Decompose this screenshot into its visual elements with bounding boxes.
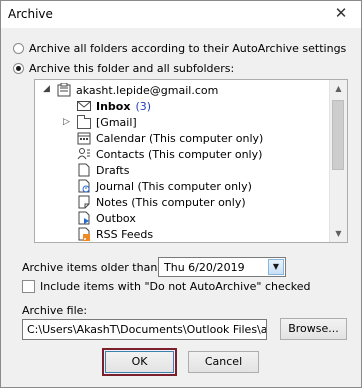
- gmail-label: [Gmail]: [96, 115, 137, 129]
- archive-this-radio[interactable]: [13, 62, 24, 74]
- archive-dialog: Archive ✕ Archive all folders according …: [0, 0, 362, 388]
- envelope-icon: [77, 101, 91, 111]
- tree-item-journal[interactable]: Journal (This computer only): [77, 178, 252, 194]
- folder-tree[interactable]: ◢ akasht.lepide@gmail.com Inbox (3) ▷ [G…: [34, 79, 348, 243]
- tree-item-calendar[interactable]: Calendar (This computer only): [77, 130, 263, 146]
- calendar-icon: [77, 132, 91, 145]
- tree-scrollbar[interactable]: ▲ ▼: [329, 80, 347, 242]
- tree-item-contacts[interactable]: Contacts (This computer only): [77, 146, 262, 162]
- tree-item-inbox[interactable]: Inbox (3): [77, 98, 151, 114]
- archive-this-label: Archive this folder and all subfolders:: [29, 61, 235, 75]
- folder-icon: [77, 114, 91, 129]
- tree-item-drafts[interactable]: Drafts: [77, 162, 129, 178]
- archive-file-input[interactable]: C:\Users\AkashT\Documents\Outlook Files\…: [22, 319, 267, 340]
- archive-all-option[interactable]: Archive all folders according to their A…: [13, 40, 346, 56]
- no-autoarchive-option[interactable]: Include items with "Do not AutoArchive" …: [22, 280, 311, 293]
- browse-button[interactable]: Browse...: [280, 318, 347, 340]
- expand-toggle-icon[interactable]: ◢: [43, 84, 50, 94]
- contacts-icon: [77, 148, 90, 160]
- archive-file-path: C:\Users\AkashT\Documents\Outlook Files\…: [27, 323, 267, 336]
- tree-item-outbox[interactable]: Outbox: [77, 210, 136, 226]
- older-than-date-picker[interactable]: Thu 6/20/2019 ▼: [158, 257, 286, 277]
- expand-gmail-icon[interactable]: ▷: [63, 117, 70, 127]
- scroll-up-icon[interactable]: ▲: [330, 80, 347, 97]
- notes-label: Notes (This computer only): [96, 195, 246, 209]
- account-label: akasht.lepide@gmail.com: [76, 83, 219, 97]
- scroll-thumb[interactable]: [332, 100, 344, 170]
- archive-file-label: Archive file:: [22, 304, 88, 317]
- older-than-date-value: Thu 6/20/2019: [164, 261, 245, 274]
- dialog-title: Archive: [8, 7, 53, 21]
- journal-icon: [78, 179, 90, 193]
- tree-item-rss-feeds[interactable]: RSS Feeds: [77, 226, 153, 242]
- ok-button[interactable]: OK: [105, 351, 174, 373]
- rss-feeds-label: RSS Feeds: [96, 227, 154, 241]
- notes-icon: [78, 195, 90, 209]
- calendar-label: Calendar (This computer only): [96, 131, 264, 145]
- rss-icon: [78, 227, 90, 241]
- outbox-icon: [78, 211, 90, 225]
- dropdown-arrow-icon[interactable]: ▼: [268, 259, 284, 275]
- drafts-label: Drafts: [96, 163, 130, 177]
- tree-item-gmail[interactable]: [Gmail]: [77, 114, 137, 130]
- tree-root-account[interactable]: akasht.lepide@gmail.com: [57, 82, 218, 98]
- drafts-icon: [78, 163, 90, 177]
- tree-item-notes[interactable]: Notes (This computer only): [77, 194, 246, 210]
- journal-label: Journal (This computer only): [96, 179, 252, 193]
- scroll-down-icon[interactable]: ▼: [330, 225, 347, 242]
- outbox-label: Outbox: [96, 211, 136, 225]
- inbox-count: (3): [135, 99, 152, 113]
- cancel-button[interactable]: Cancel: [188, 351, 259, 373]
- older-than-label: Archive items older than:: [22, 261, 161, 274]
- no-autoarchive-label: Include items with "Do not AutoArchive" …: [40, 280, 311, 293]
- mailbox-icon: [57, 83, 71, 97]
- archive-this-option[interactable]: Archive this folder and all subfolders:: [13, 60, 234, 76]
- contacts-label: Contacts (This computer only): [96, 147, 263, 161]
- no-autoarchive-checkbox[interactable]: [22, 280, 35, 293]
- inbox-label: Inbox: [96, 99, 131, 113]
- title-bar: Archive ✕: [1, 1, 361, 28]
- archive-all-label: Archive all folders according to their A…: [29, 41, 347, 55]
- close-icon[interactable]: ✕: [327, 2, 355, 24]
- archive-all-radio[interactable]: [13, 42, 24, 54]
